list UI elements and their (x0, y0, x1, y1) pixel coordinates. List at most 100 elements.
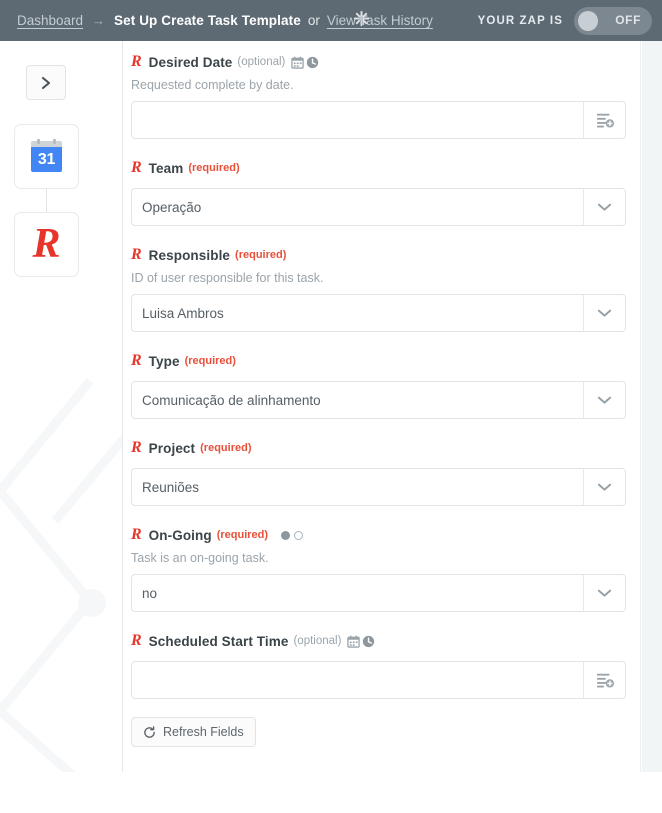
field-type: R Type (required) Comunicação de alinhament… (123, 332, 640, 419)
calendar-day-number: 31 (31, 147, 62, 172)
zap-state-value: OFF (615, 13, 641, 27)
field-value[interactable] (132, 662, 583, 698)
field-label: Scheduled Start Time (148, 633, 289, 649)
field-addon-button[interactable] (583, 295, 625, 331)
runrun-r-logo-icon: R (131, 246, 142, 263)
clock-icon (363, 635, 375, 647)
field-addon-button[interactable] (583, 469, 625, 505)
calendar-icon (291, 56, 305, 69)
field-label-row: R Responsible (required) (123, 244, 640, 266)
zap-on-off-toggle[interactable]: OFF (574, 7, 652, 35)
field-label-row: R Desired Date (optional) (123, 51, 640, 73)
field-control-responsible[interactable]: Luisa Ambros (131, 294, 626, 332)
left-step-rail: 31 R (0, 41, 123, 772)
expand-panel-button[interactable] (26, 65, 66, 100)
field-control-team[interactable]: Operação (131, 188, 626, 226)
toggle-knob (578, 11, 598, 31)
zap-state-group: YOUR ZAP IS OFF (478, 7, 652, 35)
field-control-desired-date[interactable] (131, 101, 626, 139)
field-requirement-tag: (required) (216, 529, 269, 541)
refresh-icon (144, 725, 155, 738)
field-requirement-tag: (optional) (293, 635, 342, 647)
insert-field-icon (596, 673, 614, 688)
field-addon-button[interactable] (583, 102, 625, 138)
field-scheduled-start-time: R Scheduled Start Time (optional) (123, 612, 640, 699)
field-value[interactable]: Reuniões (132, 469, 583, 505)
field-addon-button[interactable] (583, 189, 625, 225)
field-project: R Project (required) Reuniões (123, 419, 640, 506)
runrun-r-logo-icon: R (131, 439, 142, 456)
boolean-dot-off (294, 530, 304, 540)
field-help-text: Requested complete by date. (131, 78, 294, 92)
field-on-going: R On-Going (required) Task is an on-going t… (123, 506, 640, 612)
form-scroll-region[interactable]: R Desired Date (optional) Requested complet… (123, 41, 641, 772)
field-label: On-Going (148, 527, 212, 543)
field-control-type[interactable]: Comunicação de alinhamento (131, 381, 626, 419)
decorative-watermark (0, 378, 122, 772)
chevron-down-icon (597, 396, 612, 404)
field-label: Type (148, 353, 180, 369)
breadcrumb-or-text: or (307, 13, 320, 28)
field-label-row: R Type (required) (123, 350, 640, 372)
field-value[interactable]: Comunicação de alinhamento (132, 382, 583, 418)
refresh-fields-label: Refresh Fields (163, 725, 244, 739)
runrun-r-logo-icon: R (32, 220, 61, 267)
runrun-app-node[interactable]: R (14, 212, 79, 277)
runrun-r-logo-icon: R (131, 53, 142, 70)
field-control-project[interactable]: Reuniões (131, 468, 626, 506)
field-label-row: R On-Going (required) (123, 524, 640, 546)
field-label: Team (148, 160, 184, 176)
field-control-on-going[interactable]: no (131, 574, 626, 612)
chevron-down-icon (597, 589, 612, 597)
runrun-r-logo-icon: R (131, 352, 142, 369)
calendar-icon (347, 635, 361, 648)
boolean-dot-on (281, 530, 291, 540)
breadcrumb-current-page: Set Up Create Task Template (114, 13, 301, 28)
breadcrumb-dashboard-link[interactable]: Dashboard (17, 13, 83, 28)
chevron-down-icon (597, 483, 612, 491)
field-value[interactable]: Operação (132, 189, 583, 225)
breadcrumb: Dashboard → Set Up Create Task Template … (17, 10, 433, 28)
boolean-dots-icon (281, 530, 304, 540)
field-control-scheduled-start-time[interactable] (131, 661, 626, 699)
chevron-right-icon (41, 76, 51, 89)
breadcrumb-history-wrap: View Task History (327, 10, 433, 28)
field-label-row: R Team (required) (123, 157, 640, 179)
refresh-fields-button[interactable]: Refresh Fields (131, 717, 256, 747)
field-addon-button[interactable] (583, 382, 625, 418)
runrun-r-logo-icon: R (131, 159, 142, 176)
field-type-icons (347, 635, 375, 648)
field-label-row: R Scheduled Start Time (optional) (123, 630, 640, 652)
google-calendar-node[interactable]: 31 (14, 124, 79, 189)
field-requirement-tag: (required) (184, 355, 236, 367)
field-value[interactable]: Luisa Ambros (132, 295, 583, 331)
chevron-down-icon (597, 203, 612, 211)
field-help-text: Task is an on-going task. (131, 551, 269, 565)
field-requirement-tag: (required) (200, 442, 252, 454)
template-field-list: R Desired Date (optional) Requested complet… (123, 41, 640, 747)
field-addon-button[interactable] (583, 662, 625, 698)
field-requirement-tag: (required) (235, 249, 287, 261)
field-label: Desired Date (148, 54, 233, 70)
field-addon-button[interactable] (583, 575, 625, 611)
runrun-r-logo-icon: R (131, 526, 142, 543)
field-requirement-tag: (optional) (237, 56, 286, 68)
runrun-r-logo-icon: R (131, 632, 142, 649)
chevron-down-icon (597, 309, 612, 317)
breadcrumb-arrow-icon: → (92, 13, 106, 28)
field-responsible: R Responsible (required) ID of user respons… (123, 226, 640, 332)
field-type-icons (291, 56, 319, 69)
field-value[interactable] (132, 102, 583, 138)
field-value[interactable]: no (132, 575, 583, 611)
field-help-text: ID of user responsible for this task. (131, 271, 324, 285)
field-requirement-tag: (required) (188, 162, 240, 174)
field-desired-date: R Desired Date (optional) Requested complet… (123, 41, 640, 139)
vertical-scrollbar-track[interactable] (648, 41, 662, 772)
field-type-icons (274, 530, 304, 540)
breadcrumb-task-history-link[interactable]: View Task History (327, 13, 433, 28)
clock-icon (307, 56, 319, 68)
field-label: Responsible (148, 247, 231, 263)
insert-field-icon (596, 113, 614, 128)
top-header-bar: Dashboard → Set Up Create Task Template … (0, 0, 662, 41)
google-calendar-icon: 31 (31, 139, 62, 172)
